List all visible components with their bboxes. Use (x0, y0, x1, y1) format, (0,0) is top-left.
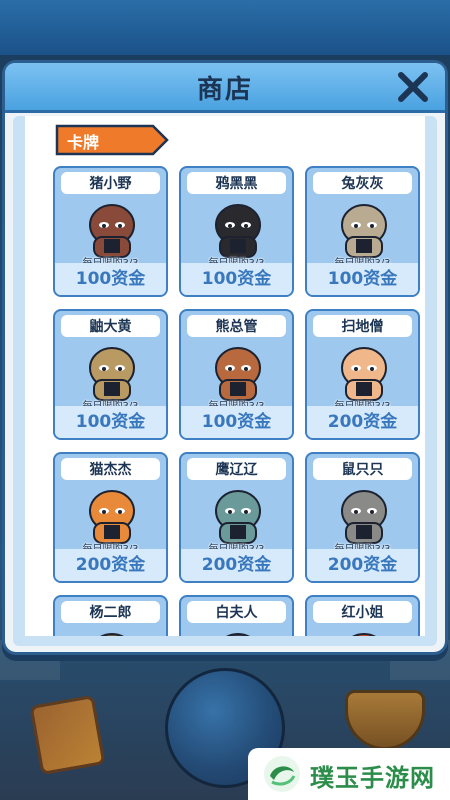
close-button[interactable] (395, 69, 431, 105)
character-portrait-icon (341, 204, 387, 258)
character-portrait-icon (352, 633, 376, 636)
card-name: 红小姐 (341, 605, 384, 621)
card-name: 兔灰灰 (341, 176, 384, 192)
card-price: 100资金 (201, 269, 272, 289)
character-portrait-icon (89, 204, 135, 258)
shop-card-item[interactable]: 扫地僧 每日限购3/3 200资金 (305, 309, 420, 440)
character-portrait-icon (341, 347, 387, 401)
section-label: 卡牌 (67, 133, 100, 152)
card-name: 鼠只只 (341, 462, 384, 478)
game-top-bar (0, 0, 450, 55)
card-price: 200资金 (201, 555, 272, 575)
card-price: 100资金 (327, 269, 398, 289)
shop-card-item[interactable]: 鸦黑黑 每日限购3/3 100资金 (179, 166, 294, 297)
watermark: 璞玉手游网 (248, 748, 450, 800)
character-portrait-icon (215, 204, 261, 258)
card-price: 100资金 (201, 412, 272, 432)
shop-card-item[interactable]: 鼬大黄 每日限购3/3 100资金 (53, 309, 168, 440)
character-portrait-icon (226, 633, 250, 636)
card-name: 鸦黑黑 (215, 176, 258, 192)
shop-card-item[interactable]: 兔灰灰 每日限购3/3 100资金 (305, 166, 420, 297)
shop-card-item[interactable]: 鼠只只 每日限购3/3 200资金 (305, 452, 420, 583)
character-portrait-icon (215, 347, 261, 401)
card-name: 扫地僧 (341, 319, 384, 335)
shop-card-item[interactable]: 猪小野 每日限购3/3 100资金 (53, 166, 168, 297)
card-price: 200资金 (327, 555, 398, 575)
card-name: 白夫人 (215, 605, 258, 621)
card-name: 猪小野 (89, 176, 132, 192)
shop-card-item[interactable]: 鹰辽辽 每日限购3/3 200资金 (179, 452, 294, 583)
card-name: 杨二郎 (89, 605, 132, 621)
cards-menu-icon (29, 694, 106, 776)
shop-card-item[interactable]: 杨二郎 (53, 595, 168, 636)
dialog-header: 商店 (5, 63, 445, 113)
character-portrait-icon (100, 633, 124, 636)
dialog-title: 商店 (196, 75, 253, 105)
character-portrait-icon (215, 490, 261, 544)
shop-dialog: 商店 卡牌 猪小野 每日限购3/3 (2, 60, 448, 655)
card-price: 200资金 (327, 412, 398, 432)
card-name: 熊总管 (215, 319, 258, 335)
watermark-logo-icon (264, 756, 300, 792)
card-name: 鼬大黄 (89, 319, 132, 335)
shop-card-item[interactable]: 红小姐 (305, 595, 420, 636)
shop-card-item[interactable]: 熊总管 每日限购3/3 100资金 (179, 309, 294, 440)
shop-card-item[interactable]: 猫杰杰 每日限购3/3 200资金 (53, 452, 168, 583)
character-portrait-icon (89, 347, 135, 401)
shop-card-item[interactable]: 白夫人 (179, 595, 294, 636)
card-price: 100资金 (75, 269, 146, 289)
character-portrait-icon (89, 490, 135, 544)
shop-list[interactable]: 卡牌 猪小野 每日限购3/3 100资金 鸦黑黑 每日限购 (25, 116, 425, 636)
card-grid: 猪小野 每日限购3/3 100资金 鸦黑黑 每日限购3/3 100资金 (53, 166, 423, 636)
card-price: 200资金 (75, 555, 146, 575)
section-tab-cards: 卡牌 (55, 124, 170, 156)
close-x-icon (398, 72, 428, 102)
card-name: 猫杰杰 (89, 462, 132, 478)
card-price: 100资金 (75, 412, 146, 432)
watermark-text: 璞玉手游网 (310, 764, 435, 792)
dialog-body: 卡牌 猪小野 每日限购3/3 100资金 鸦黑黑 每日限购 (13, 116, 437, 646)
card-name: 鹰辽辽 (215, 462, 258, 478)
character-portrait-icon (341, 490, 387, 544)
